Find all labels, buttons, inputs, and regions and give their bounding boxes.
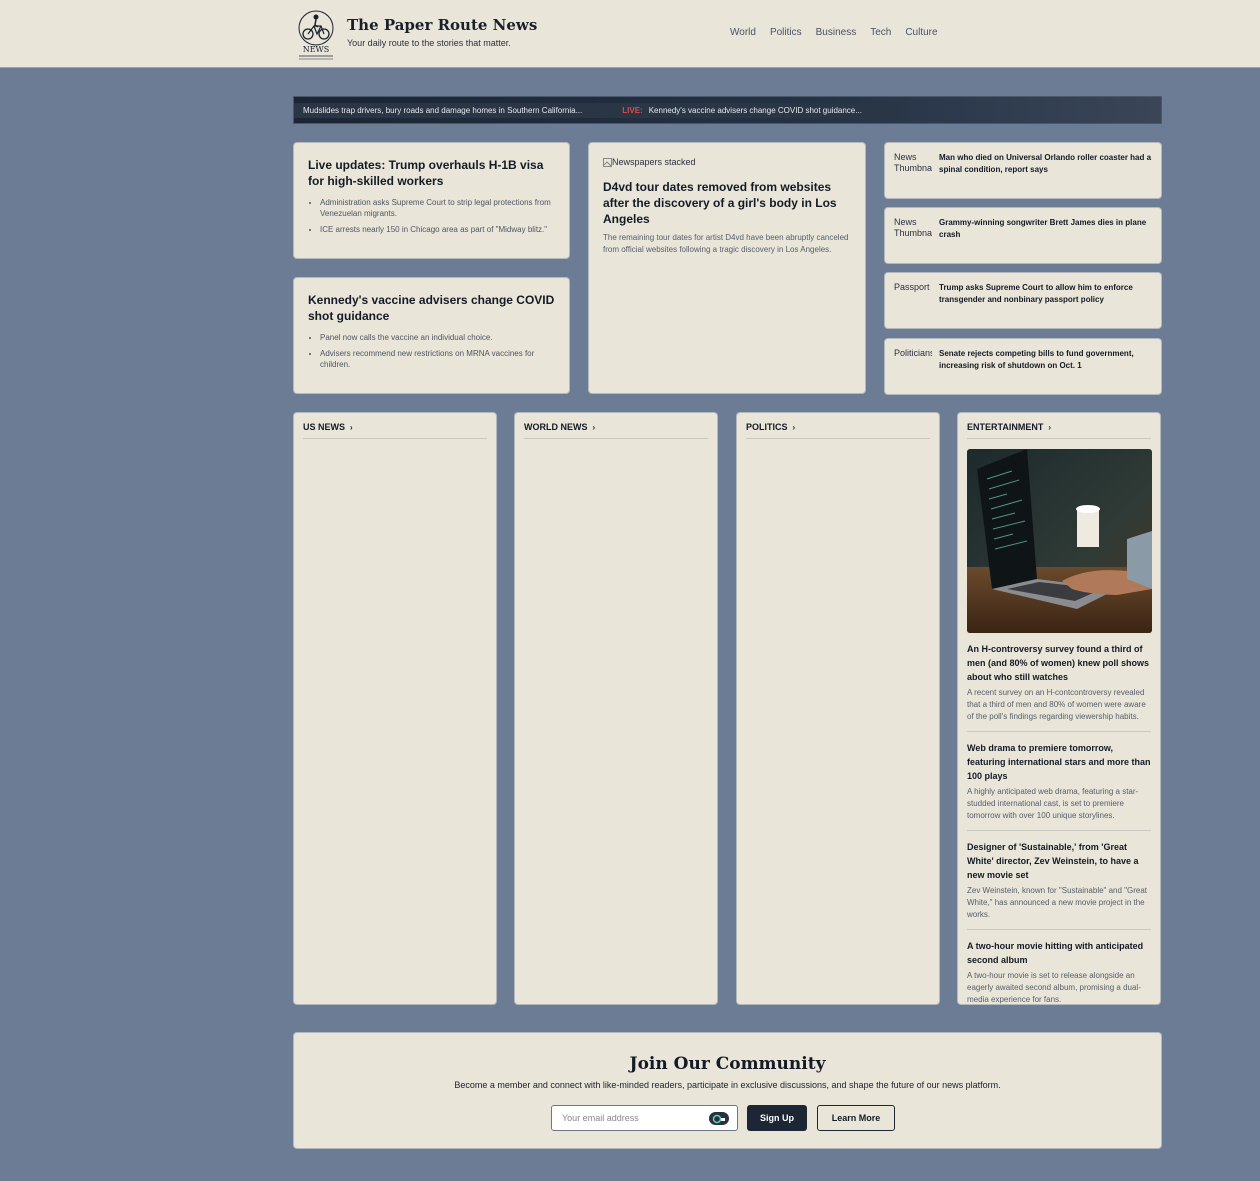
entertainment-desc: A recent survey on an H-contcontroversy … [967,688,1146,721]
side-story-title[interactable]: Trump asks Supreme Court to allow him to… [939,282,1152,319]
entertainment-desc: Zev Weinstein, known for "Sustainable" a… [967,886,1148,919]
ticker-item[interactable]: Kennedy's vaccine advisers change COVID … [643,106,862,115]
nav-business[interactable]: Business [816,27,857,38]
section-title: WORLD NEWS [524,422,588,432]
chevron-right-icon: › [350,422,353,432]
chevron-right-icon: › [1048,422,1052,432]
logo-text: NEWS [303,45,330,54]
nav-world[interactable]: World [730,27,756,38]
ticker-track: Mudslides trap drivers, bury roads and d… [294,103,899,118]
signup-form: Your email address Sign Up Learn More [551,1105,895,1131]
entertainment-title[interactable]: Designer of 'Sustainable,' from 'Great W… [967,840,1151,882]
story-bullet[interactable]: Advisers recommend new restrictions on M… [320,348,555,370]
section-title: ENTERTAINMENT [967,422,1044,432]
entertainment-image-laptop[interactable] [967,449,1152,633]
site-header: NEWS The Paper Route News Your daily rou… [0,0,1260,68]
entertainment-title[interactable]: A two-hour movie hitting with anticipate… [967,939,1151,967]
section-header-entertainment[interactable]: ENTERTAINMENT › [967,422,1151,439]
section-world-news: WORLD NEWS › [514,412,718,1005]
thumbnail-broken-image: News Thumbnail [894,152,932,173]
side-story-card[interactable]: Passport Trump asks Supreme Court to all… [884,272,1162,329]
featured-image-alt: Newspapers stacked [612,157,696,167]
story-bullet[interactable]: ICE arrests nearly 150 in Chicago area a… [320,224,555,235]
email-input[interactable]: Your email address [551,1105,738,1131]
thumbnail-broken-image: News Thumbnail [894,217,932,238]
site-logo[interactable]: NEWS [293,6,339,62]
story-title[interactable]: Kennedy's vaccine advisers change COVID … [308,292,555,324]
news-ticker: Mudslides trap drivers, bury roads and d… [293,96,1162,124]
join-community-section: Join Our Community Become a member and c… [293,1032,1162,1149]
broken-image-icon [603,157,612,167]
main-nav: World Politics Business Tech Culture [730,27,952,38]
side-story-title[interactable]: Grammy-winning songwriter Brett James di… [939,217,1152,254]
entertainment-title[interactable]: Web drama to premiere tomorrow, featurin… [967,741,1151,783]
section-header-us-news[interactable]: US NEWS › [303,422,487,439]
story-bullets: Panel now calls the vaccine an individua… [308,332,555,370]
section-title: US NEWS [303,422,346,432]
side-story-title[interactable]: Senate rejects competing bills to fund g… [939,348,1152,385]
live-label: LIVE: [622,106,643,115]
section-politics: POLITICS › [736,412,940,1005]
entertainment-item[interactable]: Web drama to premiere tomorrow, featurin… [967,741,1151,831]
story-bullet[interactable]: Administration asks Supreme Court to str… [320,197,555,219]
entertainment-title[interactable]: An H-controversy survey found a third of… [967,642,1151,684]
password-manager-icon[interactable] [709,1112,729,1125]
section-entertainment: ENTERTAINMENT › An H-controversy survey … [957,412,1161,1005]
story-bullets: Administration asks Supreme Court to str… [308,197,555,235]
email-placeholder: Your email address [562,1113,639,1123]
featured-title[interactable]: D4vd tour dates removed from websites af… [603,179,851,227]
community-subtitle: Become a member and connect with like-mi… [454,1080,1001,1090]
nav-tech[interactable]: Tech [870,27,891,38]
side-story-card[interactable]: News Thumbnail Man who died on Universal… [884,142,1162,199]
learn-more-button[interactable]: Learn More [817,1105,895,1131]
sign-up-button[interactable]: Sign Up [747,1105,807,1131]
section-title: POLITICS [746,422,788,432]
nav-culture[interactable]: Culture [905,27,937,38]
thumbnail-broken-image: Politicians [894,348,932,358]
side-story-card[interactable]: News Thumbnail Grammy-winning songwriter… [884,207,1162,264]
section-us-news: US NEWS › [293,412,497,1005]
section-header-politics[interactable]: POLITICS › [746,422,930,439]
chevron-right-icon: › [592,422,596,432]
section-header-world-news[interactable]: WORLD NEWS › [524,422,708,439]
chevron-right-icon: › [792,422,796,432]
thumbnail-broken-image: Passport [894,282,930,292]
entertainment-desc: A two-hour movie is set to release along… [967,971,1141,1004]
story-card[interactable]: Kennedy's vaccine advisers change COVID … [293,277,570,394]
site-tagline: Your daily route to the stories that mat… [347,38,511,48]
story-card[interactable]: Live updates: Trump overhauls H-1B visa … [293,142,570,259]
featured-summary: The remaining tour dates for artist D4vd… [603,233,849,254]
featured-image-broken: Newspapers stacked [603,157,851,167]
site-title[interactable]: The Paper Route News [347,16,537,34]
side-story-card[interactable]: Politicians Senate rejects competing bil… [884,338,1162,395]
nav-politics[interactable]: Politics [770,27,802,38]
entertainment-desc: A highly anticipated web drama, featurin… [967,787,1139,820]
entertainment-item[interactable]: An H-controversy survey found a third of… [967,642,1151,732]
ticker-item[interactable]: Mudslides trap drivers, bury roads and d… [294,106,582,115]
story-bullet[interactable]: Panel now calls the vaccine an individua… [320,332,555,343]
entertainment-item[interactable]: Designer of 'Sustainable,' from 'Great W… [967,840,1151,930]
entertainment-item[interactable]: A two-hour movie hitting with anticipate… [967,939,1151,1014]
featured-story-card[interactable]: Newspapers stacked D4vd tour dates remov… [588,142,866,394]
community-title: Join Our Community [629,1054,826,1074]
story-title[interactable]: Live updates: Trump overhauls H-1B visa … [308,157,555,189]
side-story-title[interactable]: Man who died on Universal Orlando roller… [939,152,1152,189]
